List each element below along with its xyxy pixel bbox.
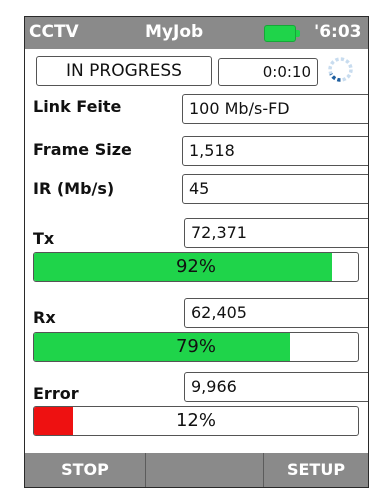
link-rate-label: Link Feite: [33, 97, 122, 116]
device-screen: CCTV MyJob '6:03 IN PROGRESS 0:0:10 Link…: [24, 16, 369, 488]
error-value: 9,966: [184, 372, 368, 402]
frame-size-label: Frame Size: [33, 140, 132, 159]
tx-percent: 92%: [175, 256, 216, 277]
job-name: MyJob: [145, 22, 204, 42]
title-bar: CCTV MyJob '6:03: [25, 17, 368, 49]
rx-label: Rx: [33, 308, 56, 327]
ir-label: IR (Mb/s): [33, 179, 115, 198]
link-rate-value: 100 Mb/s-FD: [182, 94, 368, 124]
softkey-bar: STOP SETUP: [25, 453, 368, 487]
tx-value: 72,371: [184, 218, 368, 248]
mode-label: CCTV: [29, 22, 79, 42]
frame-size-value: 1,518: [182, 136, 368, 166]
softkey-blank[interactable]: [146, 453, 264, 487]
error-label: Error: [33, 384, 79, 403]
clock: '6:03: [314, 22, 362, 42]
stop-button[interactable]: STOP: [25, 453, 146, 487]
rx-progress-bar: 79%: [33, 332, 359, 362]
busy-spinner-icon: [328, 57, 353, 82]
ir-value: 45: [182, 174, 368, 204]
setup-button[interactable]: SETUP: [264, 453, 368, 487]
test-status: IN PROGRESS: [36, 56, 212, 86]
rx-percent: 79%: [175, 336, 216, 357]
error-percent: 12%: [175, 410, 216, 431]
battery-icon: [264, 25, 300, 42]
tx-progress-bar: 92%: [33, 252, 359, 282]
rx-value: 62,405: [184, 298, 368, 328]
elapsed-timer: 0:0:10: [218, 58, 318, 86]
tx-label: Tx: [33, 229, 55, 248]
error-progress-bar: 12%: [33, 406, 359, 436]
